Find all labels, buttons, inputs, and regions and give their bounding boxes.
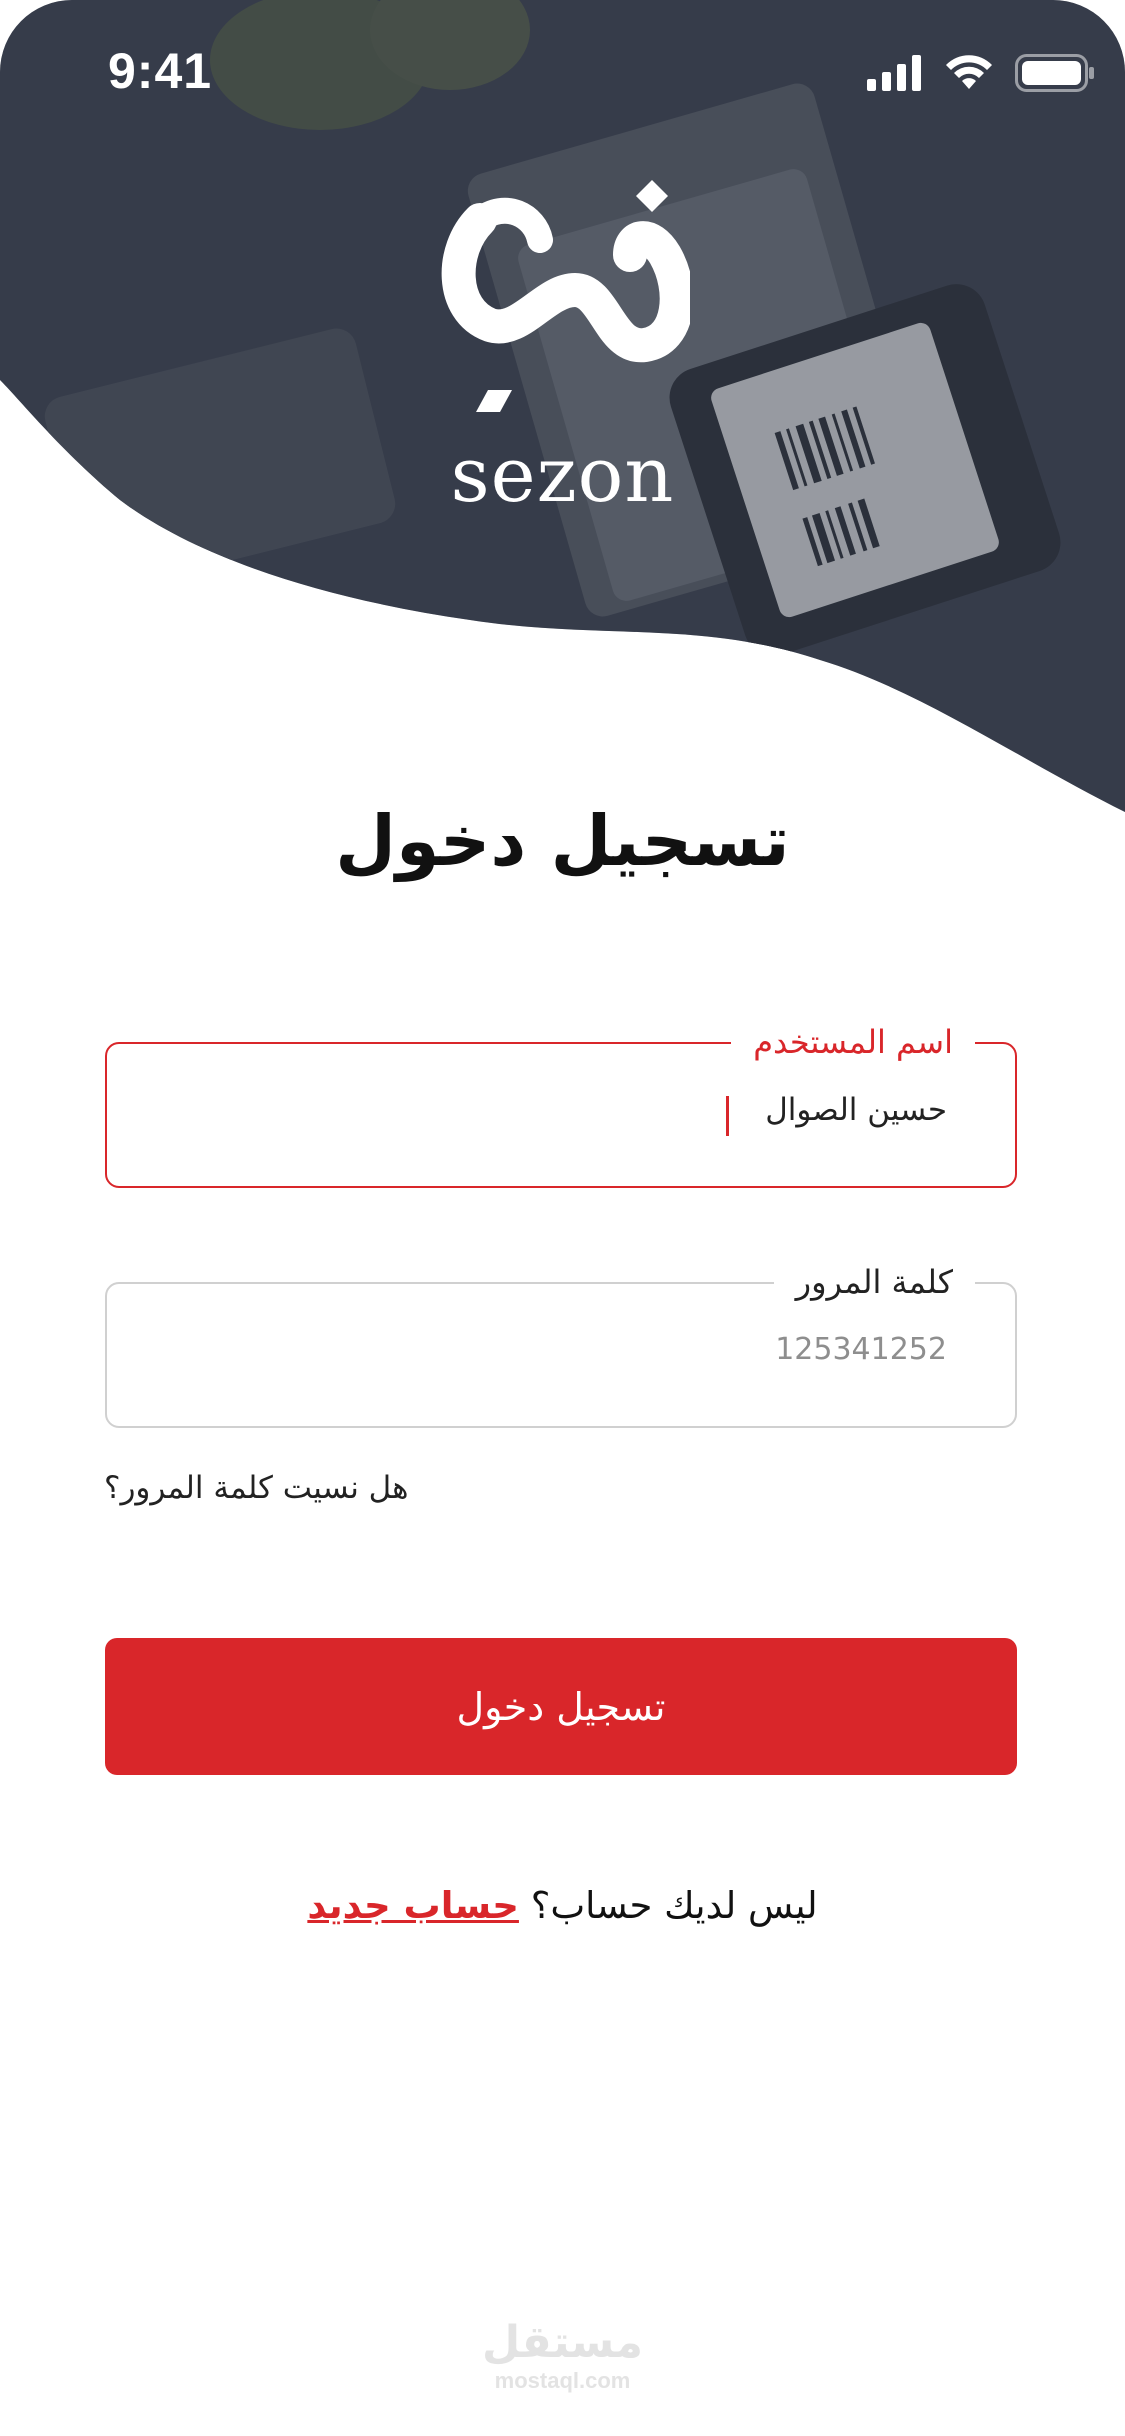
sezon-logo-icon (441, 180, 690, 412)
page-title: تسجيل دخول (335, 800, 790, 882)
no-account-text: ليس لديك حساب؟ (530, 1884, 818, 1927)
password-field[interactable]: كلمة المرور 125341252 (105, 1260, 1017, 1428)
new-account-link[interactable]: حساب جديد (307, 1884, 519, 1927)
brand-wordmark: sezon (450, 430, 675, 519)
battery-icon (1015, 54, 1094, 92)
cellular-signal-icon (867, 55, 921, 91)
forgot-password-link[interactable]: هل نسيت كلمة المرور؟ (104, 1470, 409, 1506)
login-screen: 9:41 sezon تسجيل دخول اسم المستخدم حسين … (0, 0, 1125, 2436)
text-caret (726, 1096, 729, 1136)
username-label: اسم المستخدم (731, 1020, 975, 1064)
username-input[interactable]: حسين الصوال (765, 1092, 947, 1128)
signup-prompt: ليس لديك حساب؟ حساب جديد (0, 1884, 1125, 1927)
watermark: مستقل mostaql.com (0, 2318, 1125, 2394)
status-bar: 9:41 (0, 0, 1125, 150)
username-field[interactable]: اسم المستخدم حسين الصوال (105, 1020, 1017, 1188)
wifi-icon (946, 55, 992, 89)
password-label: كلمة المرور (773, 1260, 975, 1304)
login-button[interactable]: تسجيل دخول (105, 1638, 1017, 1775)
password-input[interactable]: 125341252 (775, 1332, 947, 1367)
status-icons (867, 54, 1095, 92)
watermark-latin: mostaql.com (494, 2368, 631, 2393)
status-time: 9:41 (108, 43, 213, 99)
watermark-arabic: مستقل (482, 2317, 643, 2368)
